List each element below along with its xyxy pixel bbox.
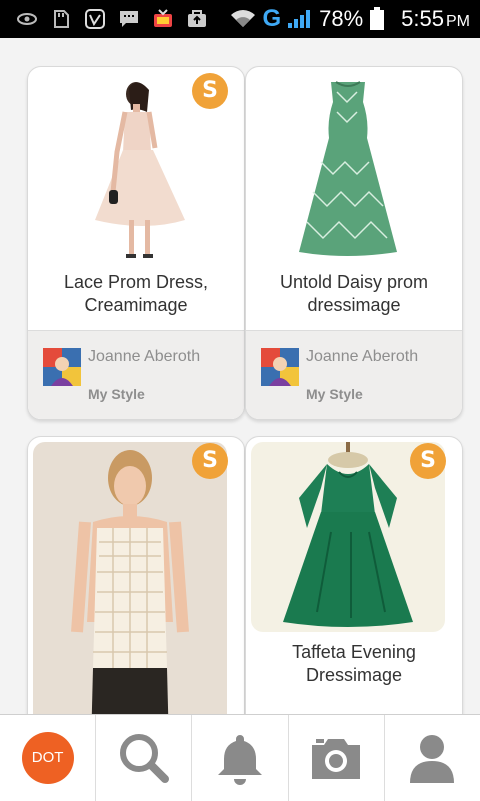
profile-icon[interactable] [407, 731, 457, 785]
clock: 5:55 PM [401, 6, 470, 32]
product-card[interactable]: S Taffeta Evening Dressimage [245, 436, 463, 714]
signal-icon [287, 9, 313, 29]
network-type: G [262, 5, 282, 32]
sale-badge: S [192, 73, 228, 109]
wifi-icon [230, 9, 256, 29]
product-card[interactable]: S [27, 436, 245, 714]
product-title[interactable]: Lace Prom Dress, Creamimage [34, 271, 238, 317]
status-bar: G 78% 5:55 PM [0, 0, 480, 38]
card-footer[interactable]: Joanne Aberoth My Style [28, 330, 244, 419]
nav-search[interactable] [96, 715, 193, 801]
bottom-nav: DOT [0, 714, 480, 801]
nav-camera[interactable] [289, 715, 385, 801]
card-footer[interactable]: Joanne Aberoth My Style [246, 330, 462, 419]
product-image[interactable] [33, 442, 227, 714]
avatar[interactable] [261, 348, 299, 386]
nav-notifications[interactable] [192, 715, 289, 801]
status-left-icons [16, 8, 208, 30]
nav-home[interactable]: DOT [0, 715, 97, 801]
camera-icon[interactable] [308, 733, 364, 783]
author-name[interactable]: Joanne Aberoth [306, 347, 446, 366]
product-image[interactable] [251, 72, 445, 262]
product-title[interactable]: Taffeta Evening Dressimage [252, 641, 456, 687]
bell-icon[interactable] [213, 731, 267, 785]
avatar[interactable] [43, 348, 81, 386]
board-name[interactable]: My Style [88, 386, 145, 402]
clock-ampm: PM [446, 13, 470, 30]
clock-time: 5:55 [401, 6, 444, 31]
product-card[interactable]: S Lace Prom Dress, Creamimage Joanne Abe… [27, 66, 245, 420]
battery-percent: 78% [319, 6, 364, 31]
briefcase-upload-icon [186, 9, 208, 29]
dot-logo[interactable]: DOT [21, 732, 74, 784]
battery-icon [369, 7, 385, 30]
search-icon[interactable] [117, 731, 171, 785]
board-name[interactable]: My Style [306, 386, 363, 402]
vine-icon [84, 9, 106, 29]
nav-profile[interactable] [385, 715, 480, 801]
author-name[interactable]: Joanne Aberoth [88, 347, 228, 366]
tv-app-icon [152, 9, 174, 29]
sale-badge: S [410, 443, 446, 479]
sd-card-icon [50, 9, 72, 29]
product-title[interactable]: Untold Daisy prom dressimage [252, 271, 456, 317]
eye-icon [16, 9, 38, 29]
sale-badge: S [192, 443, 228, 479]
product-feed[interactable]: S Lace Prom Dress, Creamimage Joanne Abe… [0, 38, 480, 714]
message-icon [118, 9, 140, 29]
product-card[interactable]: Untold Daisy prom dressimage Joanne Aber… [245, 66, 463, 420]
status-right: G 78% 5:55 PM [230, 4, 470, 34]
